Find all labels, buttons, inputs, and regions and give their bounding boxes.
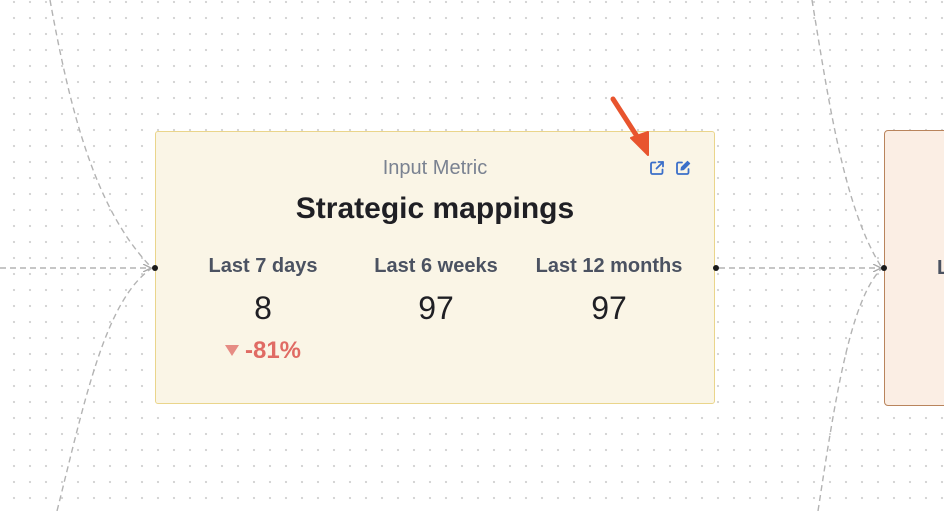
metric-last-12-months: Last 12 months 97 — [529, 255, 689, 327]
next-metric-node[interactable]: L — [884, 130, 944, 406]
next-node-edge-lower — [817, 267, 883, 511]
metric-value: 97 — [418, 290, 454, 326]
next-node-input-handle[interactable] — [881, 265, 887, 271]
incoming-edge-upper — [49, 0, 153, 269]
edit-icon — [676, 160, 691, 175]
input-handle[interactable] — [152, 265, 158, 271]
metric-label: Last 12 months — [535, 255, 683, 277]
trend-down-icon — [224, 345, 239, 356]
metric-node-card[interactable]: Input Metric Strategic mappings Last 7 d… — [155, 131, 715, 404]
output-handle[interactable] — [713, 265, 719, 271]
node-title: Strategic mappings — [295, 192, 575, 225]
next-node-edge-upper — [811, 0, 883, 269]
metric-label: Last 6 weeks — [374, 255, 498, 277]
metric-value: 8 — [254, 290, 272, 326]
annotation-arrow-icon — [610, 96, 649, 156]
metric-change-badge: -81% — [183, 337, 343, 365]
metric-label: Last 7 days — [208, 255, 318, 277]
open-node-button[interactable] — [648, 159, 666, 177]
next-node-metric-label: L — [937, 257, 944, 280]
metric-change-value: -81% — [244, 337, 302, 364]
incoming-edge-lower — [56, 267, 153, 511]
external-link-icon — [650, 161, 664, 175]
metric-last-6-weeks: Last 6 weeks 97 — [356, 255, 516, 327]
flow-canvas[interactable]: Input Metric Strategic mappings Last 7 d… — [0, 0, 944, 511]
metric-last-7-days: Last 7 days 8 -81% — [183, 255, 343, 365]
node-type-label: Input Metric — [382, 157, 488, 179]
metric-value: 97 — [591, 290, 627, 326]
edit-node-button[interactable] — [674, 159, 692, 177]
